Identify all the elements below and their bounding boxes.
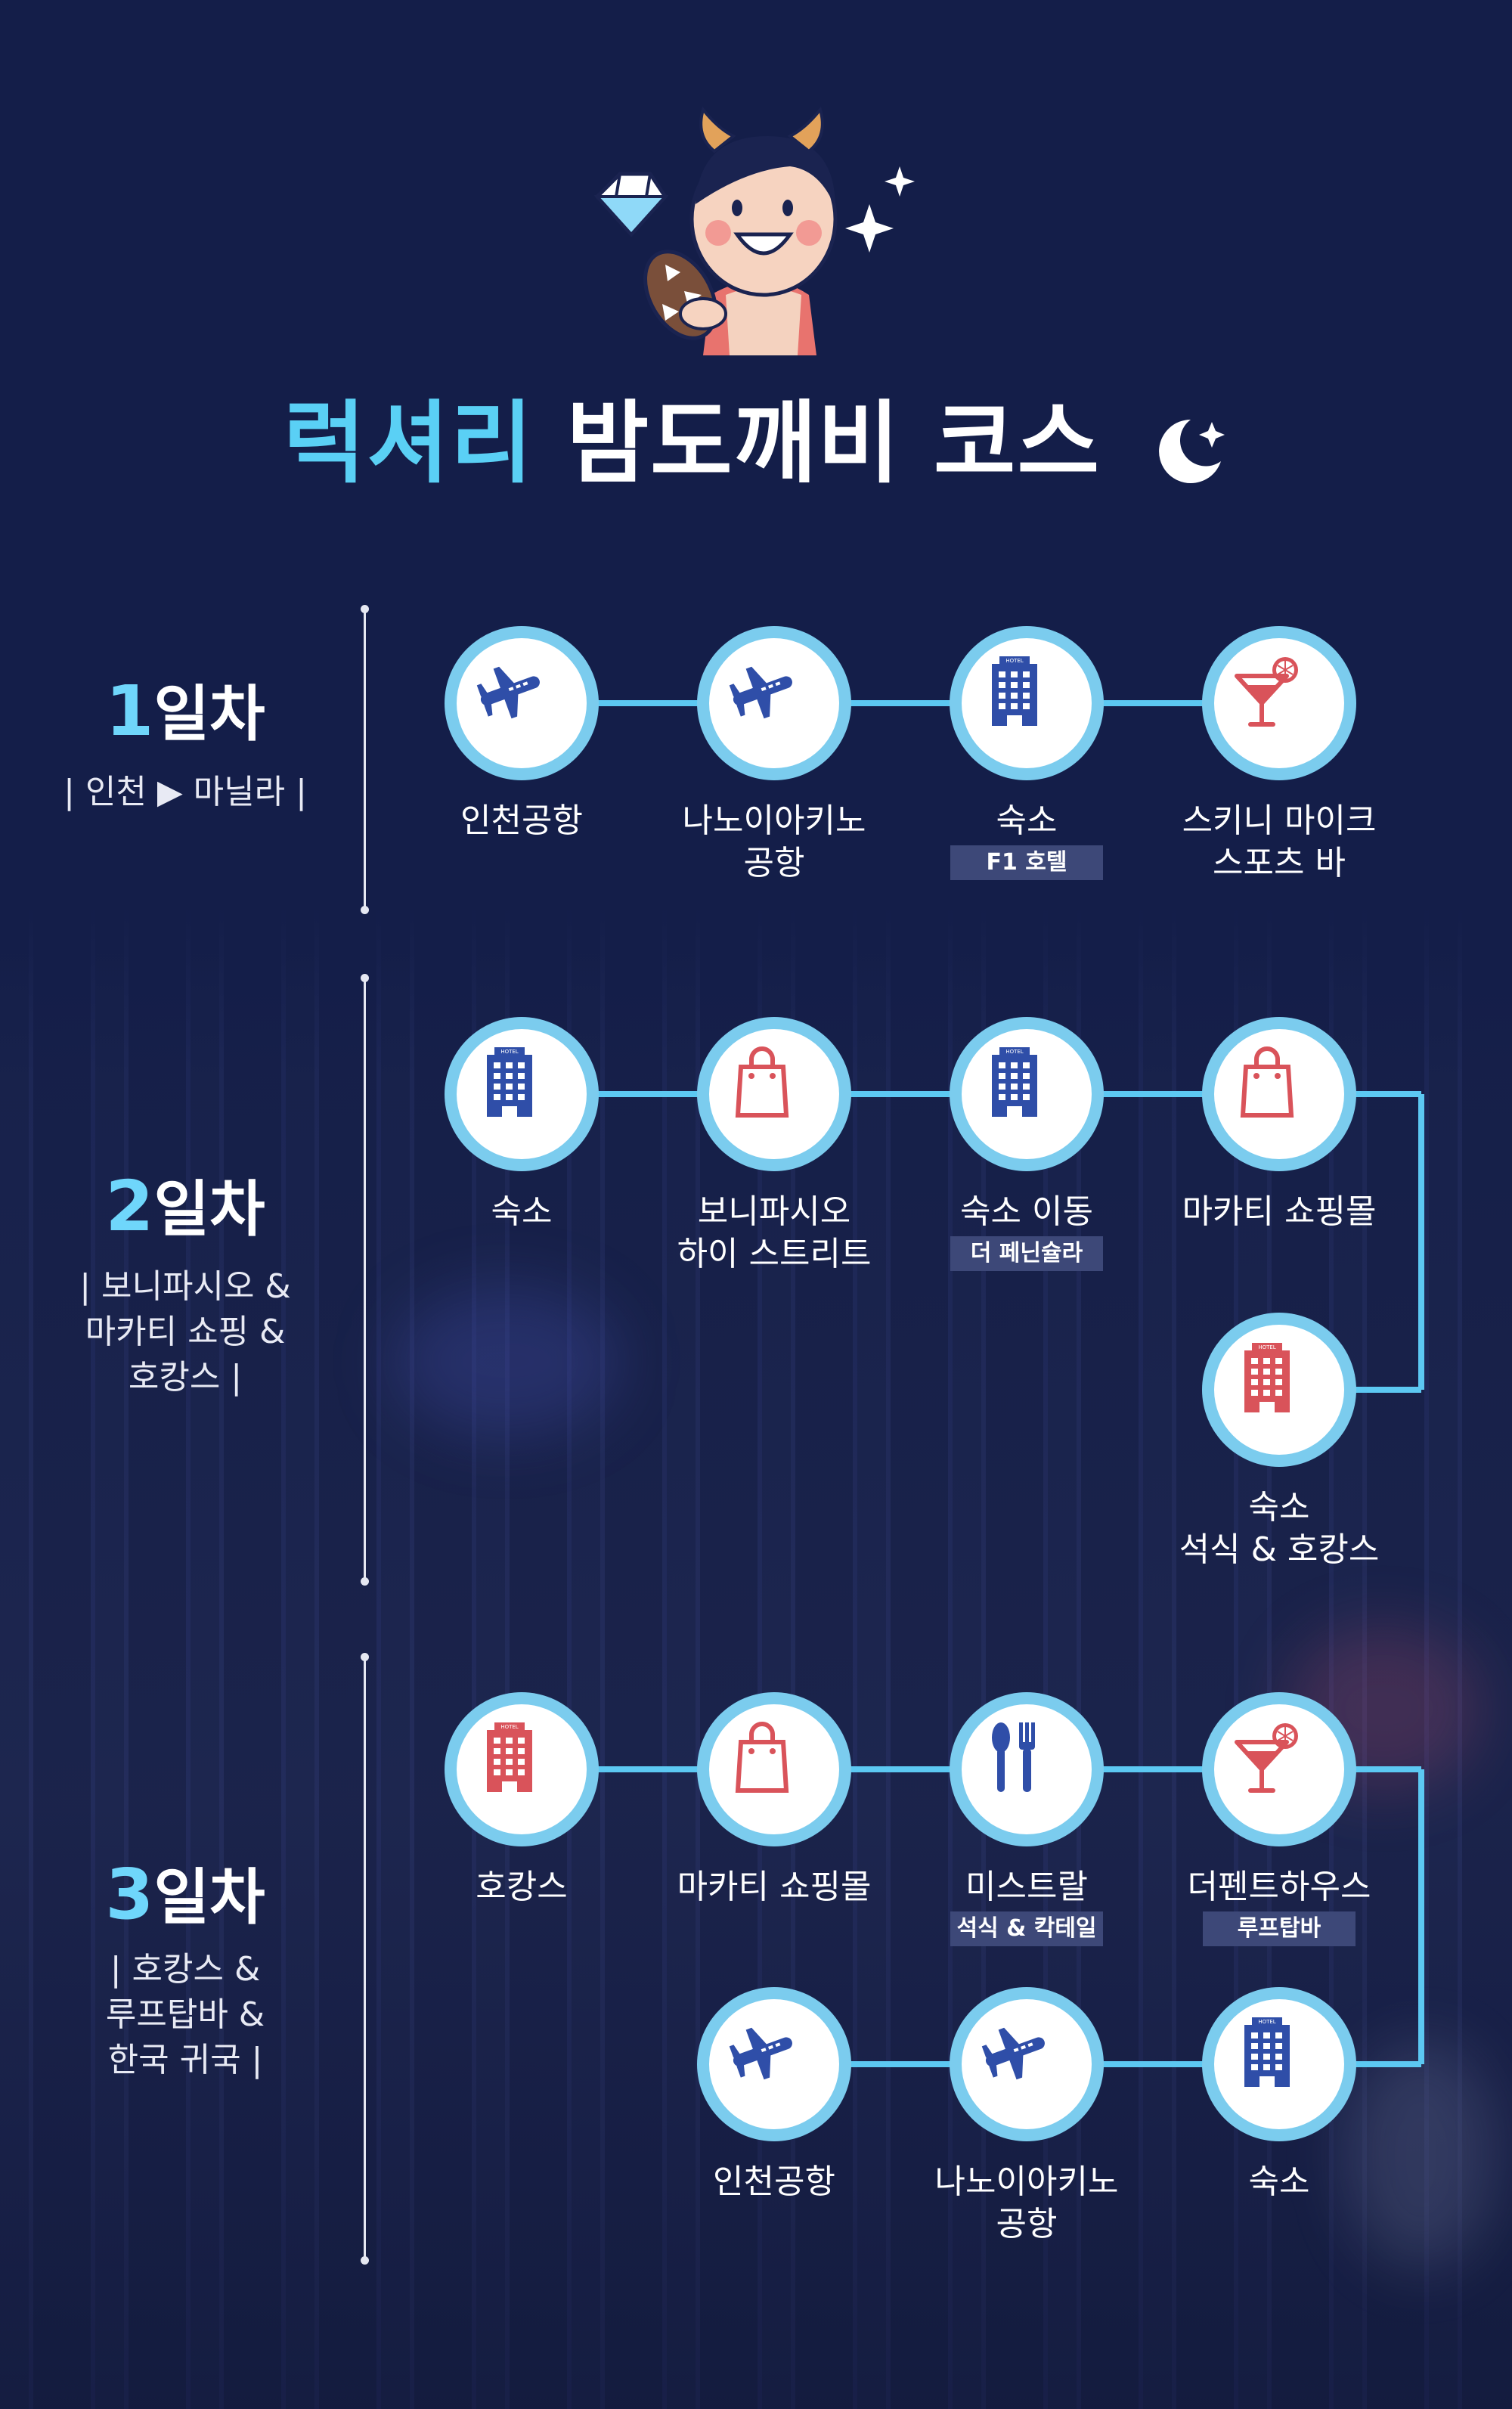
route-stop-label-line: 숙소: [996, 801, 1058, 840]
timeline-line: [364, 609, 366, 911]
route-stop-node: [1202, 626, 1356, 780]
goblin-mascot-icon: [593, 106, 915, 355]
route-stop-label: 스키니 마이크스포츠 바: [1166, 800, 1393, 885]
shopping-bag-icon: [735, 1722, 789, 1793]
route-connector: [1418, 1094, 1424, 1390]
title-main: 밤도깨비 코스: [566, 391, 1101, 495]
hotel-icon: HOTEL: [487, 1722, 532, 1792]
route-stop-label: 마카티 쇼핑몰: [1166, 1191, 1393, 1233]
route-stop-label: 마카티 쇼핑몰: [661, 1866, 888, 1908]
airplane-icon: [476, 666, 540, 719]
route-stop-label-line: 인천공항: [460, 801, 583, 840]
day-1-description: | 인천 ▶ 마닐라 |: [64, 773, 307, 811]
route-connector: [522, 700, 1279, 706]
timeline-dot: [361, 1577, 369, 1586]
route-stop-label: 나노이아키노공항: [913, 2161, 1140, 2246]
route-stop-label-line: 하이 스트리트: [677, 1235, 872, 1273]
route-stop-node: [950, 1692, 1104, 1846]
cocktail-icon: [1235, 1723, 1298, 1793]
route-stop-label: 숙소 석식 & 호캉스: [1166, 1487, 1393, 1571]
fork-knife-icon: [992, 1722, 1035, 1792]
route-stop-tag: 더 페닌슐라: [950, 1236, 1103, 1271]
shopping-bag-icon: [735, 1046, 789, 1118]
route-stop-label-line: 공항: [743, 844, 805, 882]
route-stop-node: [697, 1017, 851, 1171]
route-stop-node: [950, 1987, 1104, 2141]
route-stop-label-line: 석식 & 호캉스: [1179, 1530, 1380, 1569]
route-stop-label-line: 마카티 쇼핑몰: [677, 1868, 872, 1906]
route-stop-node: HOTEL: [950, 626, 1104, 780]
hotel-icon: HOTEL: [1244, 1343, 1290, 1412]
hotel-icon: HOTEL: [992, 1047, 1037, 1117]
svg-text:HOTEL: HOTEL: [1005, 1049, 1023, 1055]
route-stop-label-line: 숙소: [1248, 2163, 1310, 2201]
route-stop-node: HOTEL: [950, 1017, 1104, 1171]
day-3-description: | 호캉스 & 루프탑바 & 한국 귀국 |: [105, 1950, 265, 2079]
title-highlight: 럭셔리: [283, 391, 534, 495]
day-2-description: | 보니파시오 & 마카티 쇼핑 & 호캉스 |: [79, 1267, 291, 1397]
route-stop-node: [445, 626, 599, 780]
route-stop-label: 인천공항: [661, 2161, 888, 2203]
route-stop-label: 미스트랄: [913, 1866, 1140, 1908]
route-stop-label: 숙소: [408, 1191, 635, 1233]
route-stop-node: [1202, 1692, 1356, 1846]
route-stop-label: 호캉스: [408, 1866, 635, 1908]
route-stop-label-line: 스키니 마이크: [1182, 801, 1377, 840]
route-connector: [1418, 1769, 1424, 2064]
airplane-icon: [729, 666, 792, 719]
route-stop-node: [1202, 1017, 1356, 1171]
hotel-icon: HOTEL: [1244, 2017, 1290, 2087]
route-stop-tag: 루프탑바: [1203, 1911, 1356, 1946]
route-stop-label-line: 보니파시오: [697, 1192, 851, 1231]
day-2-heading: 2일차: [105, 1166, 265, 1247]
route-stop-label: 숙소 이동: [913, 1191, 1140, 1233]
route-stop-label: 보니파시오하이 스트리트: [661, 1191, 888, 1276]
route-stop-label-line: 숙소 이동: [960, 1192, 1093, 1231]
route-stop-label-line: 숙소: [1248, 1488, 1310, 1527]
timeline-dot: [361, 906, 369, 914]
route-stop-label-line: 나노이아키노: [934, 2163, 1119, 2201]
route-stop-label-line: 스포츠 바: [1213, 844, 1346, 882]
city-light-glow: [393, 1285, 620, 1437]
airplane-icon: [729, 2027, 792, 2080]
route-stop-node: [697, 1987, 851, 2141]
svg-text:HOTEL: HOTEL: [1258, 1344, 1275, 1350]
route-stop-label-line: 공항: [996, 2205, 1058, 2243]
svg-text:HOTEL: HOTEL: [500, 1049, 518, 1055]
svg-text:HOTEL: HOTEL: [500, 1724, 518, 1730]
hotel-icon: HOTEL: [992, 656, 1037, 726]
timeline-dot: [361, 2256, 369, 2265]
day-1-heading: 1일차: [105, 671, 265, 752]
route-stop-label: 인천공항: [408, 800, 635, 842]
route-stop-label-line: 미스트랄: [965, 1868, 1088, 1906]
route-stop-node: HOTEL: [445, 1017, 599, 1171]
route-stop-node: [697, 626, 851, 780]
route-stop-label-line: 인천공항: [713, 2163, 835, 2201]
airplane-icon: [981, 2027, 1045, 2080]
route-stop-node: HOTEL: [1202, 1987, 1356, 2141]
day-3-heading: 3일차: [105, 1854, 265, 1935]
moon-icon: [1159, 419, 1225, 483]
route-stop-label-line: 마카티 쇼핑몰: [1182, 1192, 1377, 1231]
route-stop-node: [697, 1692, 851, 1846]
route-stop-tag: 석식 & 칵테일: [950, 1911, 1103, 1946]
hotel-icon: HOTEL: [487, 1047, 532, 1117]
route-stop-label-line: 숙소: [491, 1192, 553, 1231]
svg-text:HOTEL: HOTEL: [1005, 658, 1023, 664]
shopping-bag-icon: [1240, 1046, 1294, 1118]
route-stop-label: 숙소: [913, 800, 1140, 842]
page-title: 럭셔리 밤도깨비 코스: [0, 370, 1512, 500]
route-stop-label-line: 나노이아키노: [682, 801, 866, 840]
route-stop-label: 숙소: [1166, 2161, 1393, 2203]
svg-text:HOTEL: HOTEL: [1258, 2019, 1275, 2025]
city-light-glow: [1346, 2042, 1497, 2268]
route-stop-label-line: 호캉스: [476, 1868, 568, 1906]
route-stop-node: HOTEL: [1202, 1313, 1356, 1467]
route-stop-node: HOTEL: [445, 1692, 599, 1846]
cocktail-icon: [1235, 657, 1298, 727]
route-stop-tag: F1 호텔: [950, 845, 1103, 880]
route-stop-label: 나노이아키노공항: [661, 800, 888, 885]
